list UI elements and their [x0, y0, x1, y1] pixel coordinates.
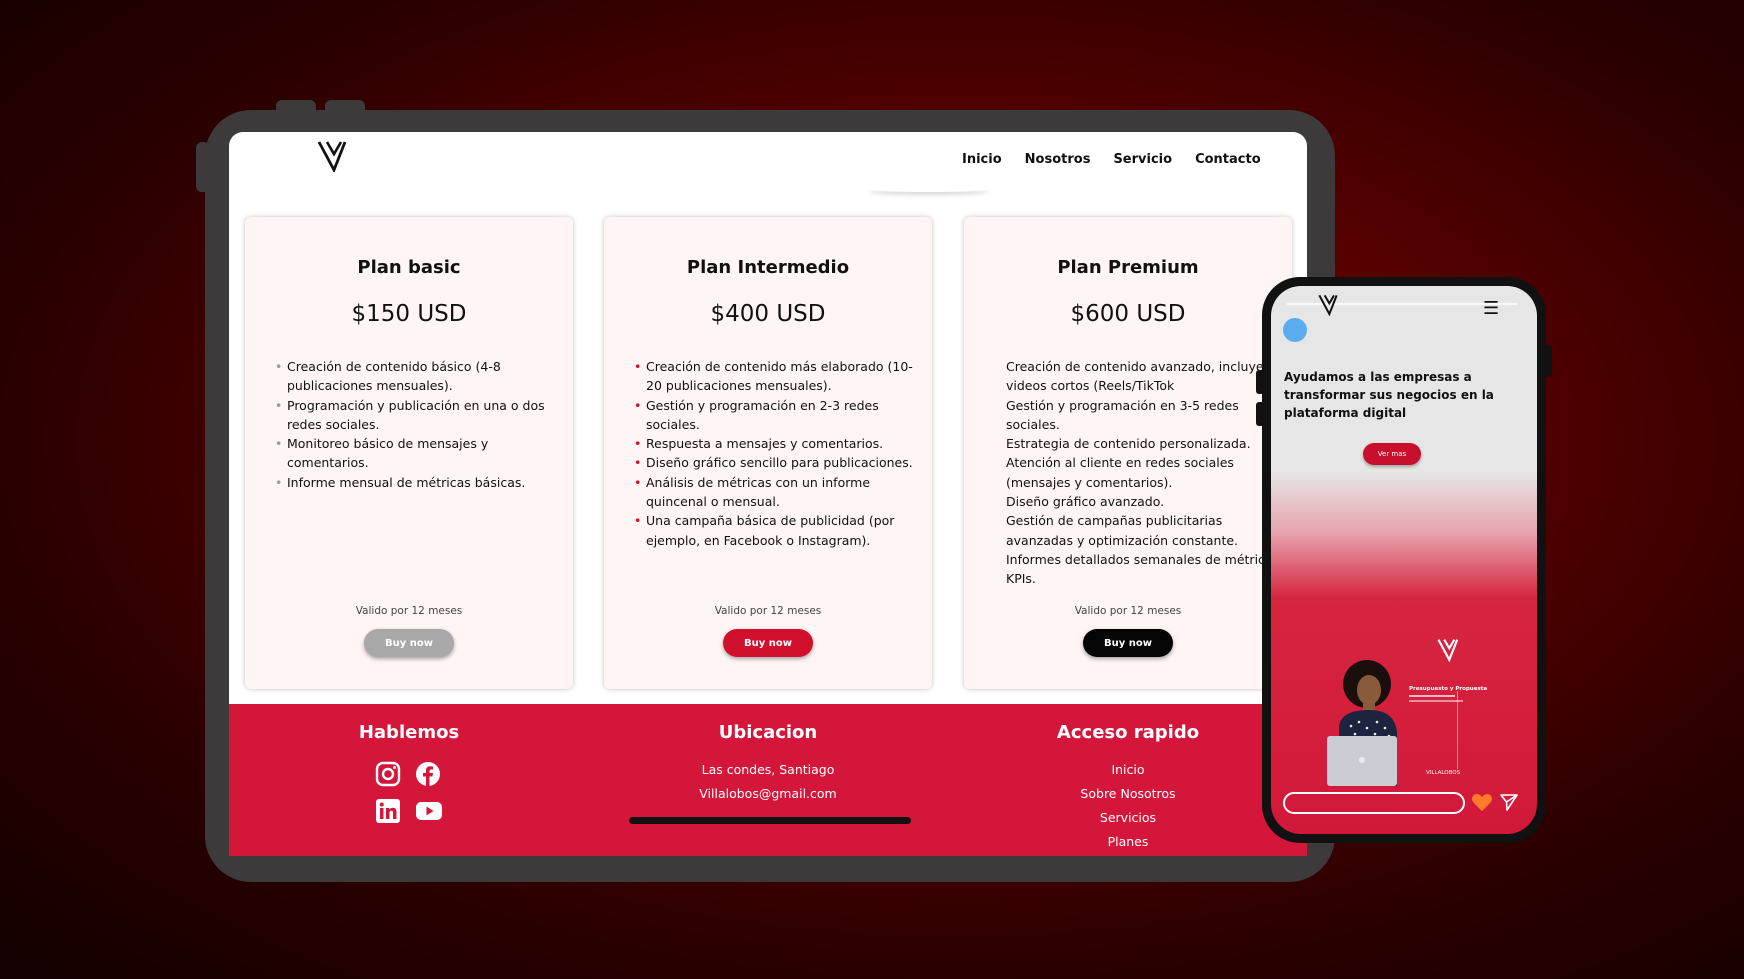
heart-icon[interactable] — [1471, 792, 1493, 812]
footer-link-servicios[interactable]: Servicios — [964, 810, 1292, 825]
feature-item: Atención al cliente en redes sociales (m… — [1006, 453, 1292, 492]
nav-contacto[interactable]: Contacto — [1195, 152, 1261, 167]
tablet-button — [325, 100, 365, 114]
phone-side-button — [1256, 402, 1264, 426]
promo-subtitle-line — [1409, 695, 1455, 697]
phone-power-button — [1544, 345, 1552, 377]
nav-nosotros[interactable]: Nosotros — [1025, 152, 1091, 167]
website-screen: Inicio Nosotros Servicio Contacto Plan b… — [229, 132, 1307, 856]
promo-subtitle-line — [1409, 700, 1463, 702]
feature-item: Monitoreo básico de mensajes y comentari… — [275, 434, 569, 473]
plan-price: $400 USD — [710, 301, 826, 327]
footer-quick-title: Acceso rapido — [1056, 722, 1200, 743]
story-reply-input[interactable] — [1283, 792, 1465, 814]
youtube-icon[interactable] — [415, 798, 443, 824]
feature-item: Gestión y programación en 2-3 redes soci… — [634, 396, 928, 435]
instagram-icon[interactable] — [375, 761, 401, 787]
phone-side-button — [1256, 370, 1264, 394]
plan-features: Creación de contenido avanzado, incluyen… — [1006, 357, 1292, 589]
footer-link-inicio[interactable]: Inicio — [964, 762, 1292, 777]
footer-email[interactable]: Villalobos@gmail.com — [604, 786, 932, 801]
plan-features: Creación de contenido básico (4-8 public… — [275, 357, 569, 493]
plan-validity: Valido por 12 meses — [714, 605, 822, 617]
promo-divider — [1457, 691, 1458, 769]
ver-mas-button[interactable]: Ver mas — [1363, 443, 1421, 465]
footer: Hablemos Ubicacion Las condes, Santiago … — [229, 704, 1307, 856]
brand-logo[interactable] — [317, 138, 353, 172]
promo-title: Presupuesto y Propuesta — [1409, 686, 1488, 692]
feature-item: Programación y publicación en una o dos … — [275, 396, 569, 435]
nav-divider — [869, 186, 989, 192]
plan-card-intermedio: Plan Intermedio $400 USD Creación de con… — [604, 217, 932, 689]
plan-price: $150 USD — [351, 301, 467, 327]
linkedin-icon[interactable] — [375, 798, 401, 824]
plan-validity: Valido por 12 meses — [1074, 605, 1182, 617]
plan-title: Plan Intermedio — [686, 257, 850, 278]
home-indicator-bar — [629, 817, 911, 824]
plan-title: Plan Premium — [1057, 257, 1199, 278]
feature-item: Análisis de métricas con un informe quin… — [634, 473, 928, 512]
promo-brand-logo — [1437, 639, 1459, 662]
footer-location-title: Ubicacion — [718, 722, 818, 743]
tablet-side-button — [196, 142, 210, 192]
footer-link-nosotros[interactable]: Sobre Nosotros — [964, 786, 1292, 801]
feature-item: Estrategia de contenido personalizada. — [1006, 434, 1292, 453]
woman-with-laptop-image — [1327, 660, 1397, 786]
navbar: Inicio Nosotros Servicio Contacto — [229, 132, 1307, 192]
footer-link-planes[interactable]: Planes — [964, 834, 1292, 849]
nav-inicio[interactable]: Inicio — [962, 152, 1002, 167]
footer-address: Las condes, Santiago — [701, 762, 835, 777]
tablet-button — [276, 100, 316, 114]
feature-item: Informe mensual de métricas básicas. — [275, 473, 569, 493]
feature-item: Creación de contenido básico (4-8 public… — [275, 357, 569, 396]
feature-item: Una campaña básica de publicidad (por ej… — [634, 511, 928, 550]
feature-item: Creación de contenido avanzado, incluyen… — [1006, 357, 1292, 396]
footer-contact-title: Hablemos — [358, 722, 460, 743]
buy-now-button-basic[interactable]: Buy now — [364, 629, 454, 657]
plan-features: Creación de contenido más elaborado (10-… — [634, 357, 928, 550]
feature-item: Diseño gráfico avanzado. — [1006, 492, 1292, 511]
feature-item: Gestión y programación en 3-5 redes soci… — [1006, 396, 1292, 435]
plan-card-basic: Plan basic $150 USD Creación de contenid… — [245, 217, 573, 689]
buy-now-button-intermedio[interactable]: Buy now — [723, 629, 813, 657]
promo-brand-text: VILLALOBOS — [1426, 770, 1461, 776]
avatar[interactable] — [1283, 318, 1307, 342]
send-icon[interactable] — [1499, 792, 1519, 812]
nav-servicio[interactable]: Servicio — [1113, 152, 1172, 167]
plan-card-premium: Plan Premium $600 USD Creación de conten… — [964, 217, 1292, 689]
phone-screen: ☰ Ayudamos a las empresas a transformar … — [1271, 286, 1537, 834]
plan-price: $600 USD — [1070, 301, 1186, 327]
feature-item: Informes detallados semanales de métrica… — [1006, 550, 1292, 589]
feature-item: Creación de contenido más elaborado (10-… — [634, 357, 928, 396]
feature-item: Diseño gráfico sencillo para publicacion… — [634, 453, 928, 473]
plan-title: Plan basic — [357, 257, 461, 278]
feature-item: Respuesta a mensajes y comentarios. — [634, 434, 928, 454]
feature-item: Gestión de campañas publicitarias avanza… — [1006, 511, 1292, 550]
nav-links: Inicio Nosotros Servicio Contacto — [962, 152, 1261, 167]
hamburger-menu-icon[interactable]: ☰ — [1483, 298, 1499, 319]
plan-validity: Valido por 12 meses — [355, 605, 463, 617]
facebook-icon[interactable] — [415, 761, 441, 787]
phone-headline: Ayudamos a las empresas a transformar su… — [1284, 370, 1494, 420]
phone-brand-logo[interactable] — [1318, 292, 1342, 316]
buy-now-button-premium[interactable]: Buy now — [1083, 629, 1173, 657]
